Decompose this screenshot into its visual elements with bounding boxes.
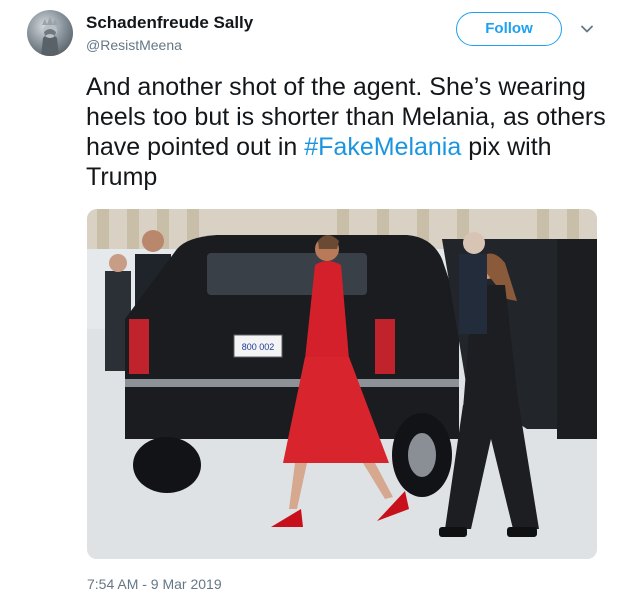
license-plate-text: 800 002 xyxy=(242,342,275,352)
tweet-photo[interactable]: 800 002 xyxy=(87,209,597,559)
user-display-name[interactable]: Schadenfreude Sally xyxy=(86,13,253,33)
avatar-statue-icon xyxy=(41,17,59,56)
user-handle[interactable]: @ResistMeena xyxy=(86,37,182,53)
tweet-text: And another shot of the agent. She’s wea… xyxy=(86,72,606,192)
chevron-down-icon[interactable] xyxy=(580,22,594,36)
follow-button[interactable]: Follow xyxy=(456,12,562,46)
user-avatar[interactable] xyxy=(27,10,73,56)
tweet-timestamp[interactable]: 7:54 AM - 9 Mar 2019 xyxy=(87,576,222,592)
hashtag-link[interactable]: #FakeMelania xyxy=(304,133,461,161)
photo-illustration: 800 002 xyxy=(87,209,597,559)
